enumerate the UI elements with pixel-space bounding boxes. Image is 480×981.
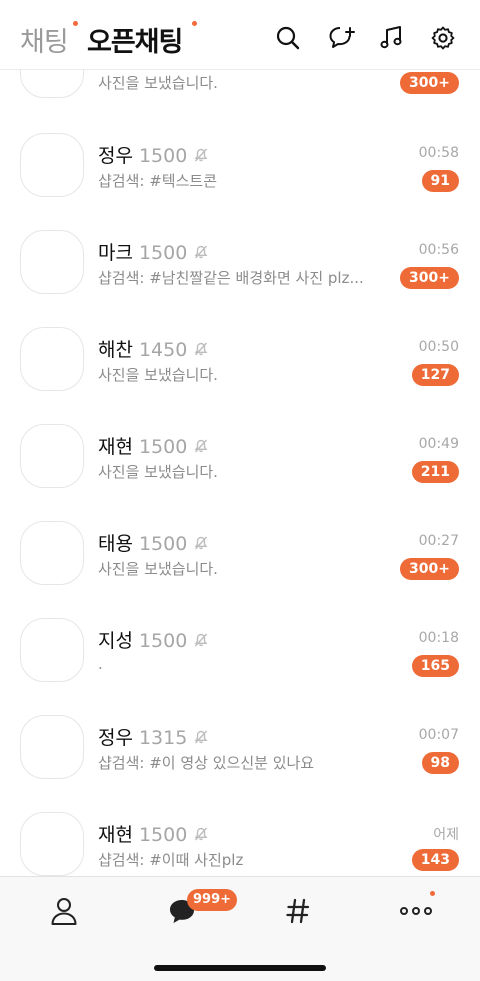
chat-name: 지성 xyxy=(98,630,133,652)
chat-name: 재현 xyxy=(98,436,133,458)
chat-name: 정우 xyxy=(98,145,133,167)
more-new-dot xyxy=(430,891,435,896)
chat-time: 00:58 xyxy=(418,145,459,161)
mute-icon xyxy=(194,148,208,162)
chat-time: 00:27 xyxy=(418,533,459,549)
member-count: 1500 xyxy=(138,630,188,652)
mute-icon xyxy=(194,245,208,259)
chat-row[interactable]: 정우 1500 샵검색: #텍스트콘 00:58 91 xyxy=(0,132,480,229)
settings-icon[interactable] xyxy=(429,24,457,52)
bottom-nav: 999+ xyxy=(0,876,480,981)
chat-avatar xyxy=(20,133,84,197)
unread-badge: 165 xyxy=(411,655,459,677)
member-count: 1450 xyxy=(138,339,188,361)
member-count: 1315 xyxy=(138,727,188,749)
chat-time: 00:18 xyxy=(418,630,459,646)
chat-message: 샵검색: #이때 사진plz xyxy=(98,851,244,869)
chat-avatar xyxy=(20,521,84,585)
chat-avatar xyxy=(20,715,84,779)
chat-message: 사진을 보냈습니다. xyxy=(98,74,218,92)
chat-title: 지성 1500 xyxy=(98,626,209,653)
chat-row[interactable]: 지성 1500 . 00:18 165 xyxy=(0,617,480,714)
unread-badge: 300+ xyxy=(400,267,459,289)
chats-unread-badge: 999+ xyxy=(187,889,238,911)
hashtag-icon[interactable] xyxy=(278,891,318,931)
chat-name: 마크 xyxy=(98,242,133,264)
chat-avatar xyxy=(20,327,84,391)
chat-title: 정우 1315 xyxy=(98,723,209,750)
chat-row[interactable]: 해찬 1450 사진을 보냈습니다. 00:50 127 xyxy=(0,326,480,423)
mute-icon xyxy=(194,633,208,647)
home-indicator xyxy=(154,965,326,971)
chat-avatar xyxy=(20,424,84,488)
member-count: 1500 xyxy=(138,824,188,846)
chat-name: 태용 xyxy=(98,533,133,555)
chat-message: 사진을 보냈습니다. xyxy=(98,463,218,481)
chat-avatar xyxy=(20,812,84,876)
chat-message: . xyxy=(98,655,103,673)
more-icon[interactable] xyxy=(396,891,436,931)
unread-badge: 211 xyxy=(411,461,459,483)
mute-icon xyxy=(194,439,208,453)
member-count: 1500 xyxy=(138,533,188,555)
chat-time: 00:56 xyxy=(418,242,459,258)
unread-badge: 300+ xyxy=(400,558,459,580)
chat-message: 샵검색: #텍스트콘 xyxy=(98,172,217,190)
unread-badge: 143 xyxy=(411,849,459,871)
chat-title: 재현 1500 xyxy=(98,820,209,847)
tab-open-chat[interactable]: 오픈채팅 xyxy=(87,20,183,59)
mute-icon xyxy=(194,342,208,356)
chat-row[interactable]: 태용 1500 사진을 보냈습니다. 00:27 300+ xyxy=(0,520,480,617)
top-header: 채팅 오픈채팅 xyxy=(0,0,480,70)
member-count: 1500 xyxy=(138,242,188,264)
chat-name: 정우 xyxy=(98,727,133,749)
tab-chat[interactable]: 채팅 xyxy=(20,20,69,59)
chat-title: 재현 1500 xyxy=(98,432,209,459)
chat-time: 어제 xyxy=(433,827,459,843)
new-chat-icon[interactable] xyxy=(328,24,356,52)
unread-badge: 91 xyxy=(421,170,459,192)
chat-title: 정우 1500 xyxy=(98,141,209,168)
chat-row[interactable]: 재현 1500 사진을 보냈습니다. 00:49 211 xyxy=(0,423,480,520)
chat-message: 사진을 보냈습니다. xyxy=(98,366,218,384)
member-count: 1500 xyxy=(138,145,188,167)
chat-time: 00:07 xyxy=(418,727,459,743)
unread-badge: 300+ xyxy=(400,72,459,94)
chat-name: 해찬 xyxy=(98,339,133,361)
unread-badge: 98 xyxy=(421,752,459,774)
chat-message: 사진을 보냈습니다. xyxy=(98,560,218,578)
chat-name: 재현 xyxy=(98,824,133,846)
chat-title: 마크 1500 xyxy=(98,238,209,265)
search-icon[interactable] xyxy=(274,24,302,52)
chat-title: 해찬 1450 xyxy=(98,335,209,362)
mute-icon xyxy=(194,827,208,841)
chat-row[interactable]: 정우 1315 샵검색: #이 영상 있으신분 있나요 00:07 98 xyxy=(0,714,480,811)
chat-row[interactable]: 마크 1500 샵검색: #남친짤같은 배경화면 사진 plz... 00:56 … xyxy=(0,229,480,326)
member-count: 1500 xyxy=(138,436,188,458)
tab-open-chat-new-dot xyxy=(192,21,197,26)
chat-avatar xyxy=(20,618,84,682)
chat-time: 00:49 xyxy=(418,436,459,452)
chat-title: 태용 1500 xyxy=(98,529,209,556)
music-icon[interactable] xyxy=(377,24,405,52)
tab-chat-new-dot xyxy=(73,21,78,26)
unread-badge: 127 xyxy=(411,364,459,386)
chat-time: 00:50 xyxy=(418,339,459,355)
chat-message: 샵검색: #남친짤같은 배경화면 사진 plz... xyxy=(98,269,364,287)
chat-message: 샵검색: #이 영상 있으신분 있나요 xyxy=(98,754,315,772)
chat-avatar xyxy=(20,230,84,294)
mute-icon xyxy=(194,536,208,550)
friends-icon[interactable] xyxy=(44,891,84,931)
mute-icon xyxy=(194,730,208,744)
